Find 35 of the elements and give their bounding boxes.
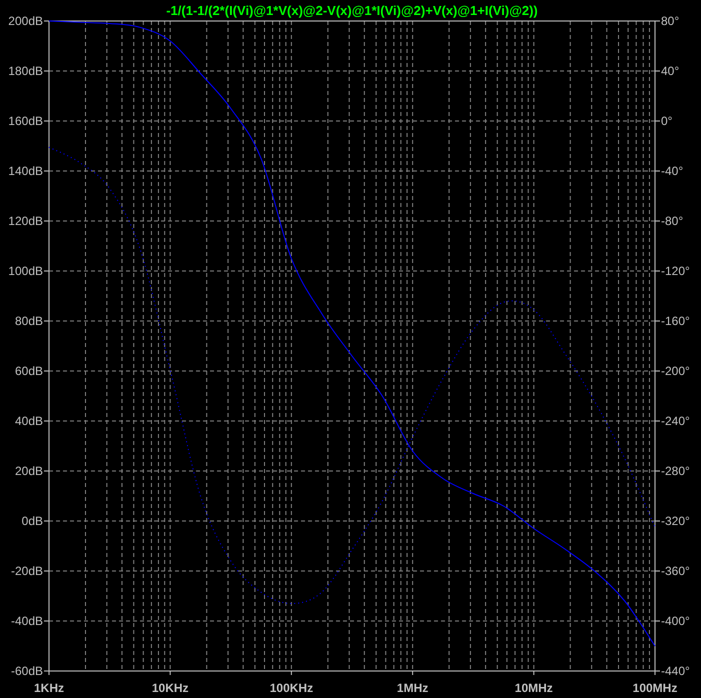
axis-tick-label: -360° — [661, 564, 690, 578]
axis-tick-label: 120dB — [8, 214, 43, 228]
axis-tick-label: -60dB — [10, 664, 43, 678]
axis-tick-label: -80° — [661, 214, 684, 228]
axis-tick-label: -400° — [661, 614, 690, 628]
axis-tick-label: 0° — [661, 114, 672, 128]
axis-tick-label: 40dB — [14, 414, 43, 428]
axis-tick-label: 60dB — [14, 364, 43, 378]
axis-tick-label: -120° — [661, 264, 690, 278]
axis-tick-label: 40° — [661, 64, 680, 78]
axis-tick-label: 100MHz — [632, 681, 678, 695]
axis-tick-label: -40dB — [10, 614, 43, 628]
axis-tick-label: 1KHz — [34, 681, 64, 695]
axis-tick-label: 80dB — [14, 314, 43, 328]
axis-tick-label: 20dB — [14, 464, 43, 478]
axis-tick-label: -440° — [661, 664, 690, 678]
axis-tick-label: -240° — [661, 414, 690, 428]
axis-tick-label: -160° — [661, 314, 690, 328]
chart-title: -1/(1-1/(2*(I(Vi)@1*V(x)@2-V(x)@1*I(Vi)@2)+V(x)@1+I(Vi)@2)) — [166, 3, 538, 18]
axis-tick-label: 140dB — [8, 164, 43, 178]
axis-tick-label: 100dB — [8, 264, 43, 278]
axis-tick-label: 180dB — [8, 64, 43, 78]
axis-tick-label: -20dB — [10, 564, 43, 578]
axis-tick-label: 0dB — [22, 514, 43, 528]
axis-tick-label: -200° — [661, 364, 690, 378]
axis-tick-label: -40° — [661, 164, 684, 178]
axis-tick-label: 10KHz — [152, 681, 189, 695]
axis-tick-label: 160dB — [8, 114, 43, 128]
axis-tick-label: -280° — [661, 464, 690, 478]
axis-tick-label: 80° — [661, 14, 680, 28]
axis-tick-label: 100KHz — [270, 681, 314, 695]
axis-tick-label: 200dB — [8, 14, 43, 28]
axis-tick-label: 10MHz — [514, 681, 553, 695]
axis-tick-label: 1MHz — [396, 681, 428, 695]
axis-tick-label: -320° — [661, 514, 690, 528]
